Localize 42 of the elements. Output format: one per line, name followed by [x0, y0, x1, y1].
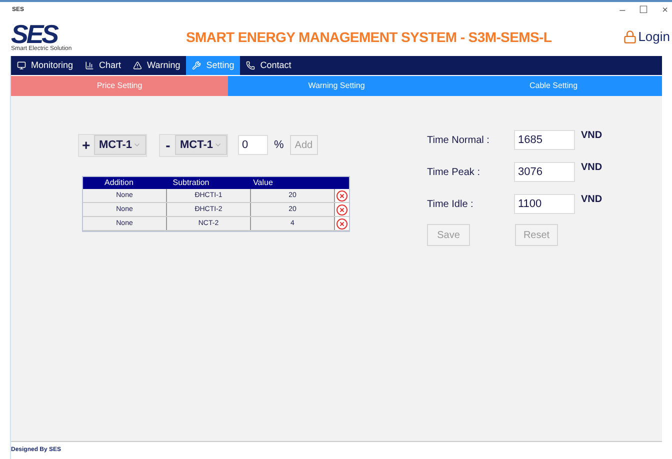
logo: SES	[11, 22, 58, 46]
column-header: Value	[252, 177, 274, 189]
unit-label: VND	[581, 161, 602, 175]
nav-tab[interactable]: Warning	[127, 56, 186, 75]
nav-tab[interactable]: Chart	[79, 56, 128, 75]
delete-button[interactable]	[335, 189, 348, 202]
column-header: Subtration	[172, 177, 210, 189]
nav-tab[interactable]: Contact	[240, 56, 298, 75]
unit-label: VND	[581, 193, 602, 207]
setting-icon	[192, 61, 202, 70]
close-button[interactable]: ×	[662, 2, 668, 18]
delete-icon	[336, 190, 348, 202]
delete-button[interactable]	[335, 217, 348, 230]
price-field[interactable]: 1685	[514, 130, 575, 150]
price-label: Time Peak :	[427, 166, 481, 180]
caret-icon	[214, 141, 222, 149]
delete-icon	[336, 204, 348, 216]
delete-button[interactable]	[335, 203, 348, 216]
price-field[interactable]: 3076	[514, 162, 575, 182]
percent-field[interactable]: 0	[238, 135, 268, 155]
maximize-button[interactable]: ☐	[639, 2, 648, 18]
nav-tab[interactable]: Monitoring	[11, 56, 80, 75]
percent-label: %	[274, 138, 284, 153]
minus-label: -	[164, 136, 172, 154]
contact-icon	[246, 61, 256, 70]
price-field[interactable]: 1100	[514, 194, 575, 214]
price-label: Time Normal :	[427, 134, 490, 148]
minimize-button[interactable]: –	[620, 2, 626, 18]
caret-icon	[133, 141, 141, 149]
unit-label: VND	[581, 129, 602, 143]
login-button[interactable]: Login	[623, 27, 672, 47]
lock-icon	[623, 30, 638, 44]
subtraction-select[interactable]: MCT-1	[175, 135, 227, 155]
monitor-icon	[17, 61, 26, 70]
warning-icon	[133, 61, 142, 70]
addition-select[interactable]: MCT-1	[94, 135, 146, 155]
plus-label: +	[82, 136, 92, 154]
column-header: Addition	[104, 177, 134, 189]
price-label: Time Idle :	[427, 198, 474, 212]
chart-icon	[85, 61, 94, 70]
app-title: SMART ENERGY MANAGEMENT SYSTEM - S3M-SEMS-L	[186, 28, 552, 46]
delete-icon	[336, 218, 348, 230]
